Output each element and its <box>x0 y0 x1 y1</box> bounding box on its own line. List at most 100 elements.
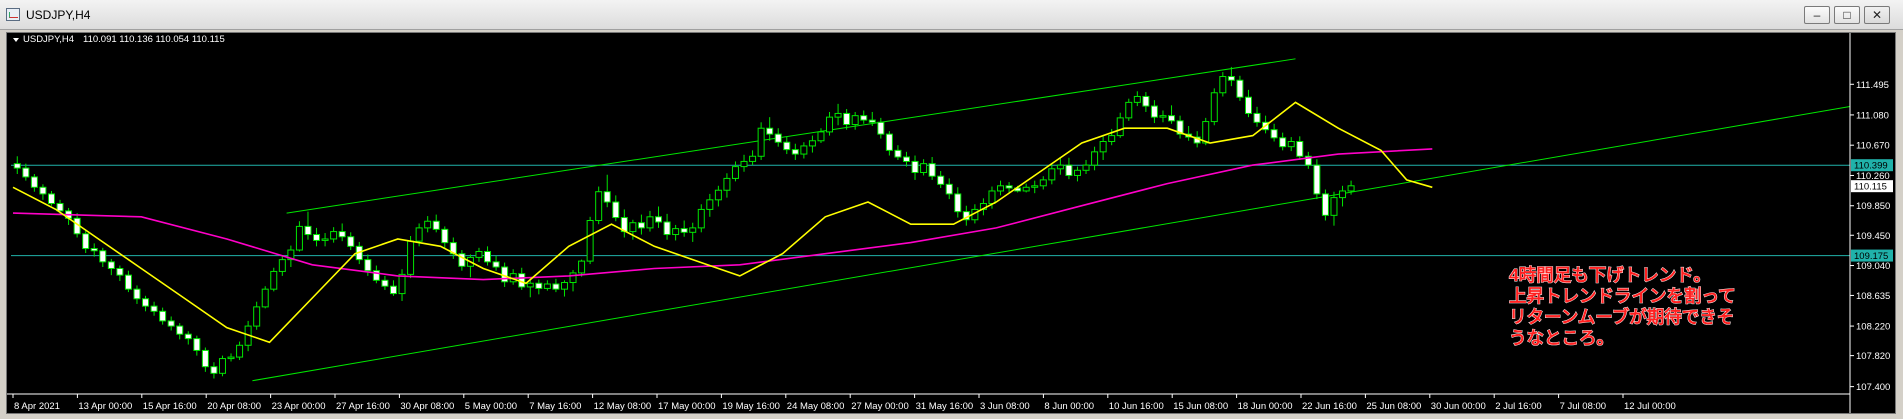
candle-body-bearish <box>176 325 184 335</box>
candle-body-bullish <box>270 270 278 290</box>
x-axis-tick-label: 3 Jun 08:00 <box>980 401 1030 412</box>
candle-body-bullish <box>1022 186 1030 192</box>
annotation-line-3: リターンムーブが期待できそ <box>1509 307 1734 327</box>
y-axis-tick-label: 107.820 <box>1856 351 1890 362</box>
candle-body-bullish <box>920 163 928 174</box>
candle-body-bearish <box>389 285 397 295</box>
candle-body-bearish <box>99 250 107 263</box>
x-axis-tick-label: 8 Apr 2021 <box>14 401 60 412</box>
candle-body-bullish <box>1116 117 1124 137</box>
x-axis-tick-label: 13 Apr 00:00 <box>78 401 132 412</box>
candle-body-bearish <box>637 222 645 229</box>
annotation-line-4: うなところ。 <box>1509 328 1614 348</box>
candle-body-bearish <box>56 203 64 212</box>
candle-body-bearish <box>124 274 132 290</box>
x-axis-tick-label: 25 Jun 08:00 <box>1366 401 1421 412</box>
candle-body-bullish <box>1091 151 1099 166</box>
candle <box>595 186 603 225</box>
candle-body-bearish <box>663 221 671 236</box>
candle-body-bearish <box>167 320 175 327</box>
level-price-label: 110.399 <box>1854 161 1888 172</box>
candle-body-bullish <box>826 116 834 133</box>
candle-body-bullish <box>697 208 705 229</box>
close-button[interactable]: ✕ <box>1864 6 1890 24</box>
candle-body-bullish <box>424 220 432 229</box>
candle-body-bullish <box>689 227 697 233</box>
y-axis-tick-label: 111.080 <box>1856 110 1889 121</box>
candle-body-bearish <box>552 283 560 290</box>
candle-body-bearish <box>193 338 201 351</box>
candle-body-bearish <box>13 163 21 169</box>
candle-body-bearish <box>484 251 492 263</box>
candle-body-bearish <box>150 305 158 312</box>
candle-body-bearish <box>1244 96 1252 114</box>
candle-body-bullish <box>757 127 765 157</box>
candle-body-bullish <box>295 225 303 251</box>
candle-body-bearish <box>791 149 799 155</box>
candle-body-bullish <box>475 251 483 258</box>
candle-body-bearish <box>201 349 209 368</box>
candlestick-chart[interactable]: 111.495111.080110.670110.260109.850109.4… <box>7 33 1895 413</box>
x-axis-tick-label: 18 Jun 00:00 <box>1238 401 1293 412</box>
candle-body-bullish <box>1108 135 1116 143</box>
candle-body-bearish <box>116 267 124 276</box>
minimize-button[interactable]: – <box>1804 6 1830 24</box>
x-axis-tick-label: 20 Apr 08:00 <box>207 401 261 412</box>
window-titlebar[interactable]: USDJPY,H4 – □ ✕ <box>0 0 1903 30</box>
x-axis-tick-label: 31 May 16:00 <box>916 401 974 412</box>
candle-body-bullish <box>1287 141 1295 148</box>
candle-body-bearish <box>902 156 910 162</box>
candle-body-bearish <box>338 231 346 238</box>
candle <box>261 286 269 309</box>
annotation-line-2: 上昇トレンドラインを割って <box>1509 286 1736 306</box>
candle-body-bearish <box>381 279 389 287</box>
candle-body-bearish <box>1279 137 1287 148</box>
candle-body-bearish <box>492 261 500 268</box>
candle-body-bullish <box>851 115 859 126</box>
candle-body-bullish <box>1347 185 1355 192</box>
y-axis-tick-label: 109.450 <box>1856 231 1890 242</box>
x-axis-tick-label: 2 Jul 16:00 <box>1495 401 1541 412</box>
chart-ohlc-readout: 110.091 110.136 110.054 110.115 <box>83 34 225 45</box>
candle-body-bearish <box>210 366 218 374</box>
candle <box>757 122 765 160</box>
candle-body-bearish <box>535 282 543 289</box>
candle-body-bearish <box>142 298 150 307</box>
candle-body-bearish <box>1321 193 1329 216</box>
candle-body-bullish <box>817 131 825 142</box>
candle-body-bearish <box>774 133 782 143</box>
candle-body-bullish <box>706 199 714 210</box>
candle-body-bearish <box>1065 164 1073 176</box>
maximize-button[interactable]: □ <box>1834 6 1860 24</box>
candle-body-bearish <box>1150 105 1158 118</box>
candle-body-bearish <box>22 167 30 178</box>
current-price-label: 110.115 <box>1854 182 1887 193</box>
candle-body-bullish <box>714 189 722 201</box>
candle-body-bearish <box>603 191 611 203</box>
x-axis-tick-label: 7 May 16:00 <box>529 401 581 412</box>
candle-body-bearish <box>1168 115 1176 122</box>
candle-body-bearish <box>1236 79 1244 98</box>
candle-body-bullish <box>1073 169 1081 176</box>
candle-body-bearish <box>1142 95 1150 107</box>
candle-body-bearish <box>655 216 663 223</box>
candle-body-bullish <box>800 145 808 155</box>
y-axis-tick-label: 107.400 <box>1856 382 1890 393</box>
candle-body-bullish <box>1159 115 1167 118</box>
candle-body-bearish <box>680 228 688 233</box>
candle-body-bullish <box>672 228 680 236</box>
candle-body-bearish <box>347 236 355 247</box>
candle <box>1313 159 1321 200</box>
candle-body-bullish <box>586 220 594 262</box>
candle-body-bullish <box>1056 164 1064 170</box>
chart-background <box>7 33 1895 413</box>
candle-body-bullish <box>278 259 286 272</box>
x-axis-tick-label: 22 Jun 16:00 <box>1302 401 1357 412</box>
price-chart-area[interactable]: 111.495 111.080 110.670 110.260 109.850 109.4… <box>6 32 1896 414</box>
x-axis-tick-label: 12 May 08:00 <box>594 401 652 412</box>
candle-body-bearish <box>133 288 141 300</box>
candle-body-bullish <box>997 185 1005 192</box>
candle-body-bullish <box>740 160 748 168</box>
annotation-line-1: 4時間足も下げトレンド。 <box>1509 265 1711 285</box>
candle-body-bullish <box>723 177 731 191</box>
